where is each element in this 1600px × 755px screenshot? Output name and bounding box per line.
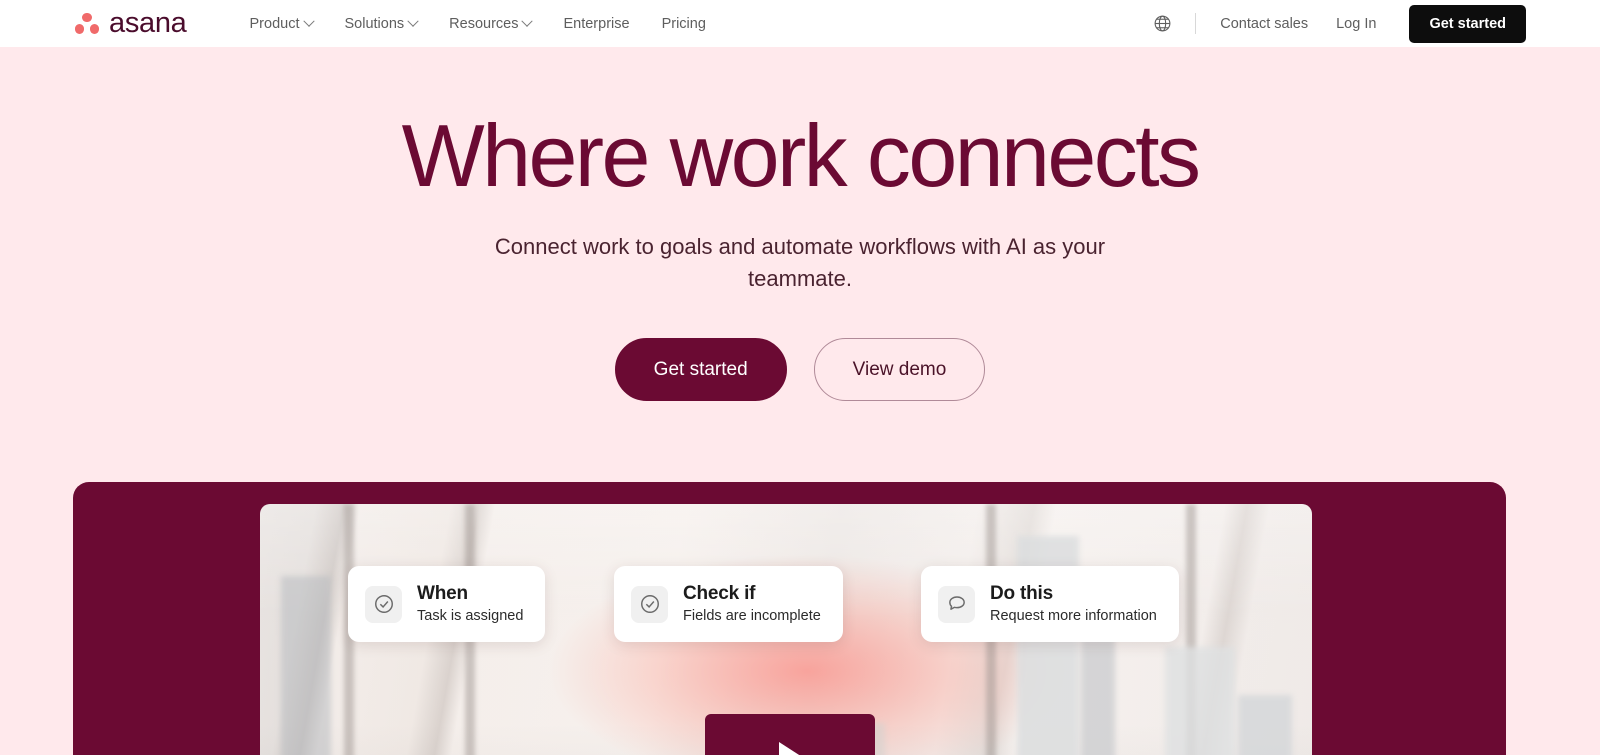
top-navigation-bar: asana Product Solutions Resources Enterp… xyxy=(0,0,1600,47)
hero-get-started-button[interactable]: Get started xyxy=(614,338,787,401)
workflow-card-do-this-desc: Request more information xyxy=(990,608,1157,624)
asana-logo[interactable]: asana xyxy=(74,9,187,38)
video-play-button[interactable] xyxy=(705,714,875,755)
workflow-card-when-desc: Task is assigned xyxy=(417,608,524,624)
log-in-link[interactable]: Log In xyxy=(1336,16,1376,32)
workflow-card-when[interactable]: When Task is assigned xyxy=(348,566,546,642)
workflow-card-when-text: When Task is assigned xyxy=(417,582,523,626)
hero-view-demo-button[interactable]: View demo xyxy=(813,338,986,401)
workflow-card-check-if-title: Check if xyxy=(683,583,756,604)
globe-icon[interactable] xyxy=(1153,14,1172,33)
nav-right-actions: Contact sales Log In Get started xyxy=(1153,4,1526,43)
asana-dots-logo-icon xyxy=(74,12,100,35)
city-building xyxy=(1238,695,1293,755)
city-building xyxy=(281,575,332,755)
comment-bubble-icon xyxy=(938,585,975,623)
nav-item-solutions-label: Solutions xyxy=(344,15,405,32)
nav-item-resources-label: Resources xyxy=(449,15,519,32)
workflow-card-when-title: When xyxy=(417,583,468,604)
nav-item-product[interactable]: Product xyxy=(234,10,329,38)
nav-item-enterprise[interactable]: Enterprise xyxy=(547,10,645,38)
chevron-down-icon xyxy=(302,15,315,27)
workflow-card-do-this-text: Do this Request more information xyxy=(990,582,1157,626)
workflow-card-do-this-title: Do this xyxy=(990,583,1053,604)
primary-nav-links: Product Solutions Resources Enterprise P… xyxy=(234,10,722,38)
check-circle-icon xyxy=(365,585,402,623)
check-circle-icon xyxy=(631,585,668,623)
nav-item-pricing[interactable]: Pricing xyxy=(646,10,722,38)
chevron-down-icon xyxy=(407,15,419,27)
nav-divider xyxy=(1195,13,1197,34)
nav-item-resources[interactable]: Resources xyxy=(433,10,547,38)
nav-item-solutions[interactable]: Solutions xyxy=(329,10,434,38)
nav-item-enterprise-label: Enterprise xyxy=(563,15,630,32)
asana-wordmark: asana xyxy=(109,7,187,39)
nav-get-started-button[interactable]: Get started xyxy=(1409,4,1526,43)
workflow-card-do-this[interactable]: Do this Request more information xyxy=(921,566,1179,642)
nav-item-product-label: Product xyxy=(249,15,300,32)
workflow-card-check-if[interactable]: Check if Fields are incomplete xyxy=(614,566,843,642)
workflow-card-check-if-desc: Fields are incomplete xyxy=(683,608,821,624)
hero-headline: Where work connects xyxy=(401,106,1201,205)
workflow-card-check-if-text: Check if Fields are incomplete xyxy=(683,582,821,626)
contact-sales-link[interactable]: Contact sales xyxy=(1220,16,1308,32)
nav-item-pricing-label: Pricing xyxy=(661,15,706,32)
play-triangle-icon xyxy=(778,742,810,755)
city-building xyxy=(1164,647,1235,755)
hero-cta-group: Get started View demo xyxy=(0,338,1600,401)
chevron-down-icon xyxy=(521,15,534,27)
hero-section: Where work connects Connect work to goal… xyxy=(0,47,1600,755)
hero-subheadline: Connect work to goals and automate workf… xyxy=(494,234,1106,291)
